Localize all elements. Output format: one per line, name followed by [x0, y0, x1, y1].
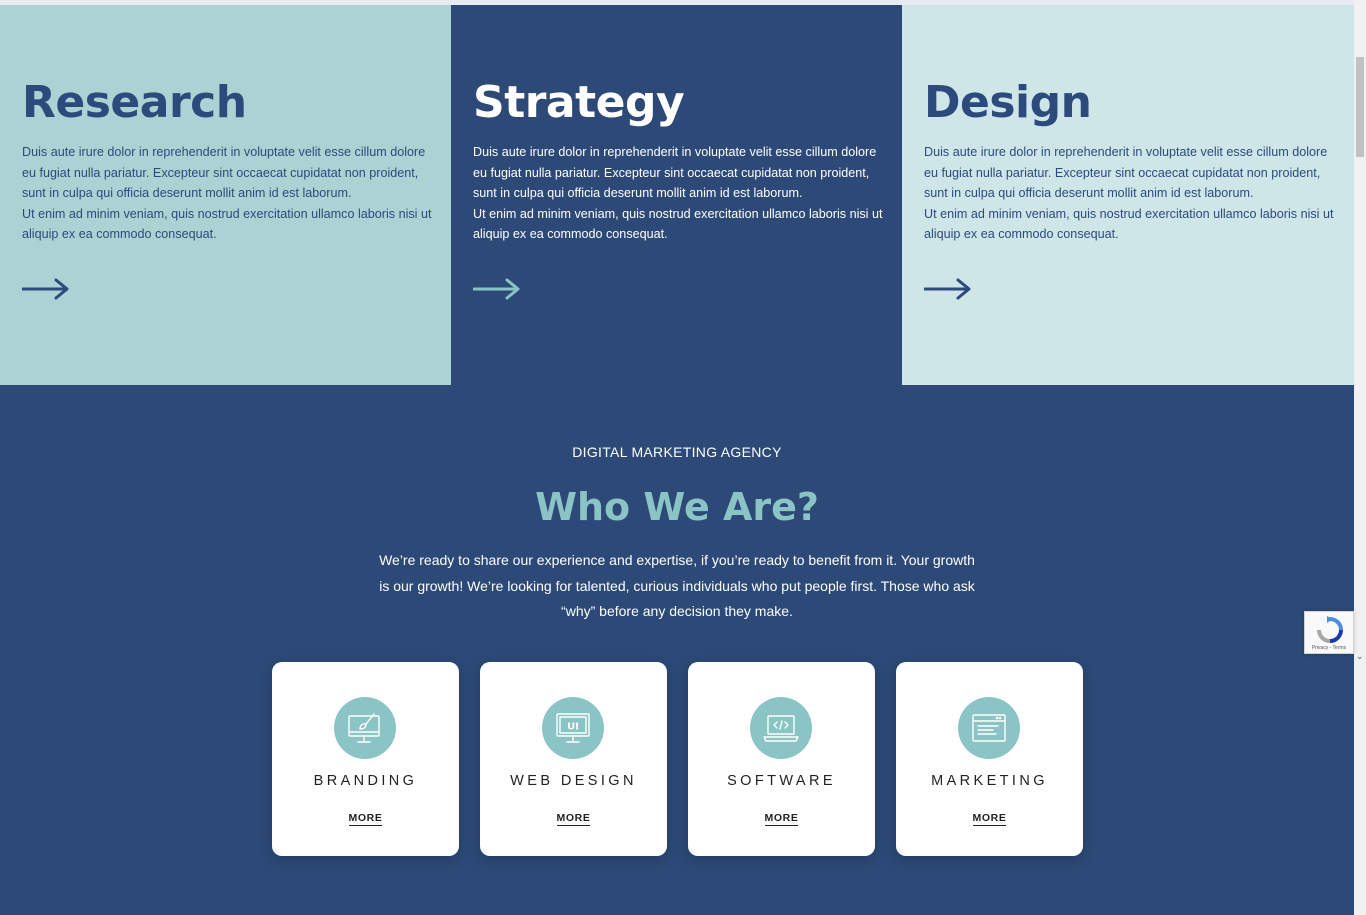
monitor-brush-icon — [334, 697, 396, 759]
service-title: BRANDING — [313, 773, 418, 789]
arrow-right-icon[interactable] — [473, 277, 521, 301]
recaptcha-label: Privacy - Terms — [1311, 645, 1347, 651]
browser-window-icon — [958, 697, 1020, 759]
page-scrollbar[interactable] — [1354, 0, 1366, 915]
panel-title: Research — [22, 77, 247, 128]
section-heading: Who We Are? — [535, 485, 819, 529]
chevron-down-icon[interactable]: ⌄ — [1356, 652, 1364, 662]
process-panels: Research Duis aute irure dolor in repreh… — [0, 5, 1354, 385]
more-link[interactable]: MORE — [348, 812, 383, 826]
section-eyebrow: DIGITAL MARKETING AGENCY — [572, 444, 782, 460]
more-link[interactable]: MORE — [972, 812, 1007, 826]
service-card-marketing[interactable]: MARKETING MORE — [896, 662, 1083, 856]
panel-title: Design — [924, 77, 1092, 128]
more-link[interactable]: MORE — [556, 812, 591, 826]
service-card-branding[interactable]: BRANDING MORE — [272, 662, 459, 856]
arrow-right-icon[interactable] — [22, 277, 70, 301]
more-link[interactable]: MORE — [764, 812, 799, 826]
monitor-ui-icon: UI — [542, 697, 604, 759]
service-card-web-design[interactable]: UI WEB DESIGN MORE — [480, 662, 667, 856]
section-lead: We’re ready to share our experience and … — [379, 552, 975, 620]
service-title: WEB DESIGN — [510, 773, 637, 789]
scrollbar-thumb[interactable] — [1356, 57, 1364, 157]
service-card-software[interactable]: SOFTWARE MORE — [688, 662, 875, 856]
panel-body: Duis aute irure dolor in reprehenderit i… — [22, 145, 432, 242]
recaptcha-icon — [1317, 616, 1343, 643]
arrow-right-icon[interactable] — [924, 277, 972, 301]
who-we-are-section: DIGITAL MARKETING AGENCY Who We Are? We’… — [0, 385, 1354, 915]
recaptcha-badge[interactable]: Privacy - Terms — [1304, 611, 1354, 654]
svg-text:UI: UI — [567, 722, 579, 733]
panel-title: Strategy — [473, 77, 685, 128]
service-title: MARKETING — [931, 773, 1048, 789]
panel-design: Design Duis aute irure dolor in reprehen… — [902, 5, 1354, 385]
panel-body: Duis aute irure dolor in reprehenderit i… — [473, 145, 883, 242]
laptop-code-icon — [750, 697, 812, 759]
panel-body: Duis aute irure dolor in reprehenderit i… — [924, 145, 1334, 242]
panel-strategy: Strategy Duis aute irure dolor in repreh… — [451, 5, 902, 385]
panel-research: Research Duis aute irure dolor in repreh… — [0, 5, 451, 385]
service-title: SOFTWARE — [727, 773, 836, 789]
